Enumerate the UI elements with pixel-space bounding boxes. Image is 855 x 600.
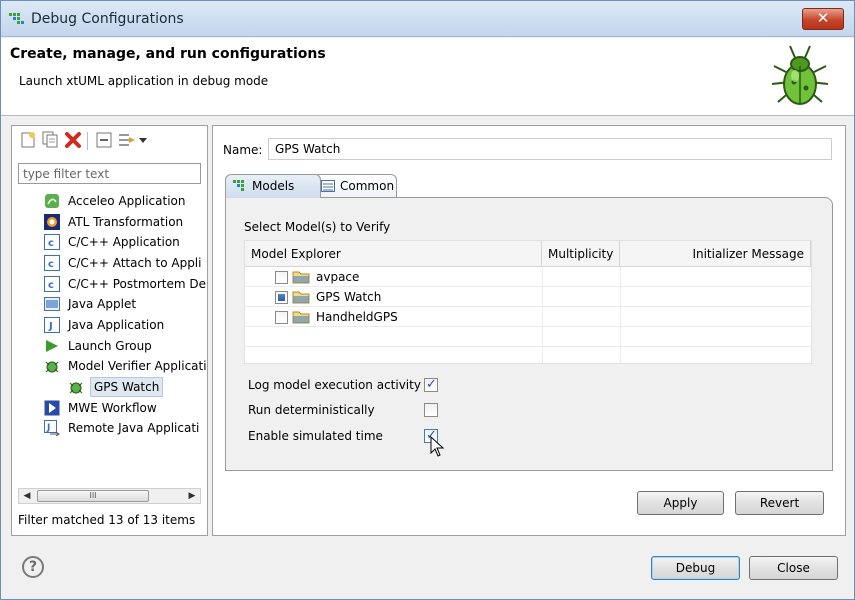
c-app-icon: c: [44, 276, 60, 292]
configuration-tree: Acceleo Application ATL Transformation c…: [12, 191, 207, 506]
header-title: Create, manage, and run configurations: [10, 46, 326, 62]
collapse-all-icon[interactable]: [94, 130, 114, 150]
revert-button[interactable]: Revert: [735, 491, 824, 515]
debug-configurations-dialog: Debug Configurations ✕ Create, manage, a…: [0, 0, 855, 600]
column-header-model-explorer[interactable]: Model Explorer: [245, 241, 542, 267]
folder-icon: [292, 291, 310, 304]
table-row[interactable]: GPS Watch: [245, 287, 811, 307]
folder-icon: [292, 271, 310, 284]
table-row: [245, 347, 811, 367]
option-run-deterministic: Run deterministically: [248, 400, 548, 420]
model-label: HandheldGPS: [316, 310, 398, 324]
tree-item-label: Java Application: [68, 318, 165, 332]
tab-models[interactable]: Models: [225, 174, 321, 198]
model-checkbox[interactable]: [275, 291, 288, 304]
table-row[interactable]: HandheldGPS: [245, 307, 811, 327]
dialog-header: Create, manage, and run configurations L…: [1, 38, 854, 116]
tree-horizontal-scrollbar[interactable]: ◀ III ▶: [18, 488, 201, 504]
duplicate-config-icon[interactable]: [40, 130, 60, 150]
option-simulated-time: Enable simulated time: [248, 426, 548, 446]
debug-button[interactable]: Debug: [651, 556, 740, 580]
model-label: GPS Watch: [316, 290, 382, 304]
java-applet-icon: [44, 297, 60, 311]
bug-icon: [771, 45, 829, 105]
filter-status: Filter matched 13 of 13 items: [18, 513, 196, 527]
toolbar-separator: [87, 132, 88, 150]
chevron-down-icon[interactable]: [137, 130, 149, 150]
tree-item-label: Java Applet: [68, 297, 137, 311]
svg-text:c: c: [48, 280, 54, 291]
tree-item-label: ATL Transformation: [68, 215, 184, 229]
option-label: Enable simulated time: [248, 429, 383, 443]
svg-text:c: c: [48, 259, 54, 270]
tab-common[interactable]: Common: [313, 174, 397, 198]
models-tab-icon: [233, 180, 244, 191]
model-verifier-icon: [45, 361, 59, 373]
model-checkbox[interactable]: [275, 311, 288, 324]
remote-java-icon: J: [44, 420, 60, 436]
window-close-button[interactable]: ✕: [802, 8, 844, 30]
left-toolbar: [16, 130, 201, 152]
java-app-icon: J: [44, 317, 60, 333]
option-log-activity: Log model execution activity: [248, 375, 548, 395]
tree-item-label: Launch Group: [68, 339, 152, 353]
configuration-editor-panel: Name: Common Models Select Model(s) to V…: [212, 125, 846, 536]
new-config-icon[interactable]: [18, 130, 38, 150]
column-header-initializer-message[interactable]: Initializer Message: [620, 241, 811, 267]
filter-input[interactable]: [18, 163, 201, 184]
tree-item-label: C/C++ Postmortem De: [68, 277, 207, 291]
model-verifier-icon: [69, 382, 83, 394]
folder-icon: [292, 311, 310, 324]
models-tab-body: Select Model(s) to Verify Model Explorer…: [225, 197, 833, 471]
models-table: Model Explorer Multiplicity Initializer …: [244, 240, 812, 364]
model-checkbox[interactable]: [275, 271, 288, 284]
common-tab-icon: [321, 180, 335, 192]
c-app-icon: c: [44, 255, 60, 271]
run-deterministic-checkbox[interactable]: [424, 403, 438, 417]
help-icon[interactable]: ?: [22, 556, 44, 578]
configuration-types-panel: Acceleo Application ATL Transformation c…: [11, 125, 208, 536]
delete-config-icon[interactable]: [63, 130, 83, 150]
launch-group-icon: [46, 340, 58, 352]
tab-label: Models: [252, 179, 295, 193]
tree-item-label: GPS Watch: [90, 377, 164, 397]
scroll-right-icon[interactable]: ▶: [184, 489, 200, 503]
option-label: Run deterministically: [248, 403, 375, 417]
column-header-multiplicity[interactable]: Multiplicity: [542, 241, 620, 267]
close-button[interactable]: Close: [749, 556, 838, 580]
acceleo-icon: [45, 194, 59, 208]
mouse-cursor-icon: [430, 436, 445, 457]
mwe-icon: [44, 400, 60, 416]
apply-button[interactable]: Apply: [637, 491, 724, 515]
debug-config-icon: [9, 13, 24, 24]
tree-item-label: MWE Workflow: [68, 401, 157, 415]
tab-label: Common: [340, 179, 395, 193]
table-row: [245, 327, 811, 347]
tree-item-label: Acceleo Application: [68, 194, 186, 208]
table-row[interactable]: avpace: [245, 267, 811, 287]
tree-item-label: C/C++ Application: [68, 235, 180, 249]
log-activity-checkbox[interactable]: [424, 375, 438, 395]
config-tabs: Common Models: [225, 174, 833, 198]
tree-item-label: Model Verifier Applicati: [68, 359, 207, 373]
c-app-icon: c: [44, 234, 60, 250]
svg-text:c: c: [48, 238, 54, 249]
svg-text:J: J: [46, 423, 50, 433]
option-label: Log model execution activity: [248, 378, 421, 392]
tree-item-label: C/C++ Attach to Appli: [68, 256, 202, 270]
atl-icon: [44, 214, 60, 230]
tree-item-label: Remote Java Applicati: [68, 421, 200, 435]
svg-text:J: J: [48, 321, 53, 332]
model-label: avpace: [316, 270, 360, 284]
header-subtitle: Launch xtUML application in debug mode: [19, 74, 269, 88]
title-bar: Debug Configurations ✕: [1, 1, 854, 37]
scroll-left-icon[interactable]: ◀: [19, 489, 35, 503]
select-models-label: Select Model(s) to Verify: [244, 220, 391, 234]
window-title: Debug Configurations: [31, 11, 184, 27]
config-name-input[interactable]: [268, 138, 832, 160]
name-label: Name:: [223, 143, 263, 157]
filter-icon[interactable]: [117, 130, 137, 150]
scroll-thumb[interactable]: III: [37, 490, 149, 502]
